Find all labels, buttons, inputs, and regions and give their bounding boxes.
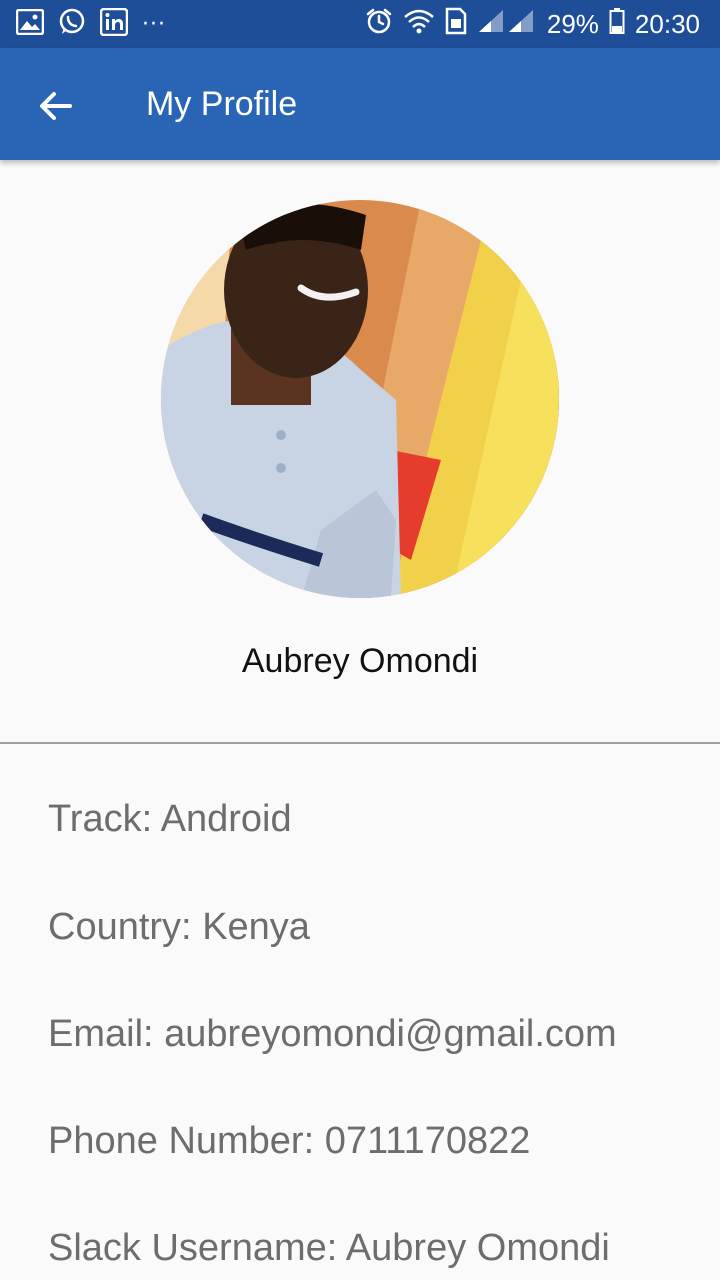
email-label: Email:: [48, 1013, 154, 1055]
battery-percent: 29%: [546, 8, 599, 39]
status-bar: ··· 29% 20:30: [0, 0, 720, 48]
slack-value: Aubrey Omondi: [345, 1227, 610, 1269]
slack-label: Slack Username:: [48, 1227, 338, 1269]
wifi-icon: [403, 8, 435, 41]
phone-row: Phone Number: 0711170822: [48, 1120, 530, 1163]
profile-name: Aubrey Omondi: [241, 642, 479, 680]
track-label: Track:: [48, 798, 153, 840]
track-row: Track: Android: [48, 798, 292, 841]
linkedin-icon: [99, 7, 129, 40]
alarm-icon: [365, 7, 393, 42]
phone-label: Phone Number:: [48, 1120, 315, 1162]
country-label: Country:: [48, 906, 192, 948]
section-divider: [0, 742, 720, 744]
phone-value: 0711170822: [324, 1120, 531, 1162]
battery-icon: [609, 7, 625, 42]
email-value: aubreyomondi@gmail.com: [164, 1013, 617, 1055]
back-button[interactable]: [28, 78, 84, 134]
track-value: Android: [160, 798, 292, 840]
app-bar: My Profile: [0, 48, 720, 160]
arrow-back-icon: [40, 92, 72, 120]
country-value: Kenya: [202, 906, 310, 948]
whatsapp-icon: [58, 8, 86, 40]
notification-icons: ···: [15, 0, 166, 48]
slack-row: Slack Username: Aubrey Omondi: [48, 1227, 610, 1270]
system-status: 29% 20:30: [365, 0, 700, 48]
overflow-dots: ···: [142, 11, 166, 37]
sim-icon: [445, 7, 467, 42]
country-row: Country: Kenya: [48, 906, 310, 949]
clock: 20:30: [634, 8, 700, 39]
page-title: My Profile: [146, 85, 298, 123]
avatar[interactable]: [161, 200, 559, 598]
email-row: Email: aubreyomondi@gmail.com: [48, 1013, 617, 1056]
signal-icon: [477, 8, 537, 41]
image-icon: [15, 8, 45, 39]
